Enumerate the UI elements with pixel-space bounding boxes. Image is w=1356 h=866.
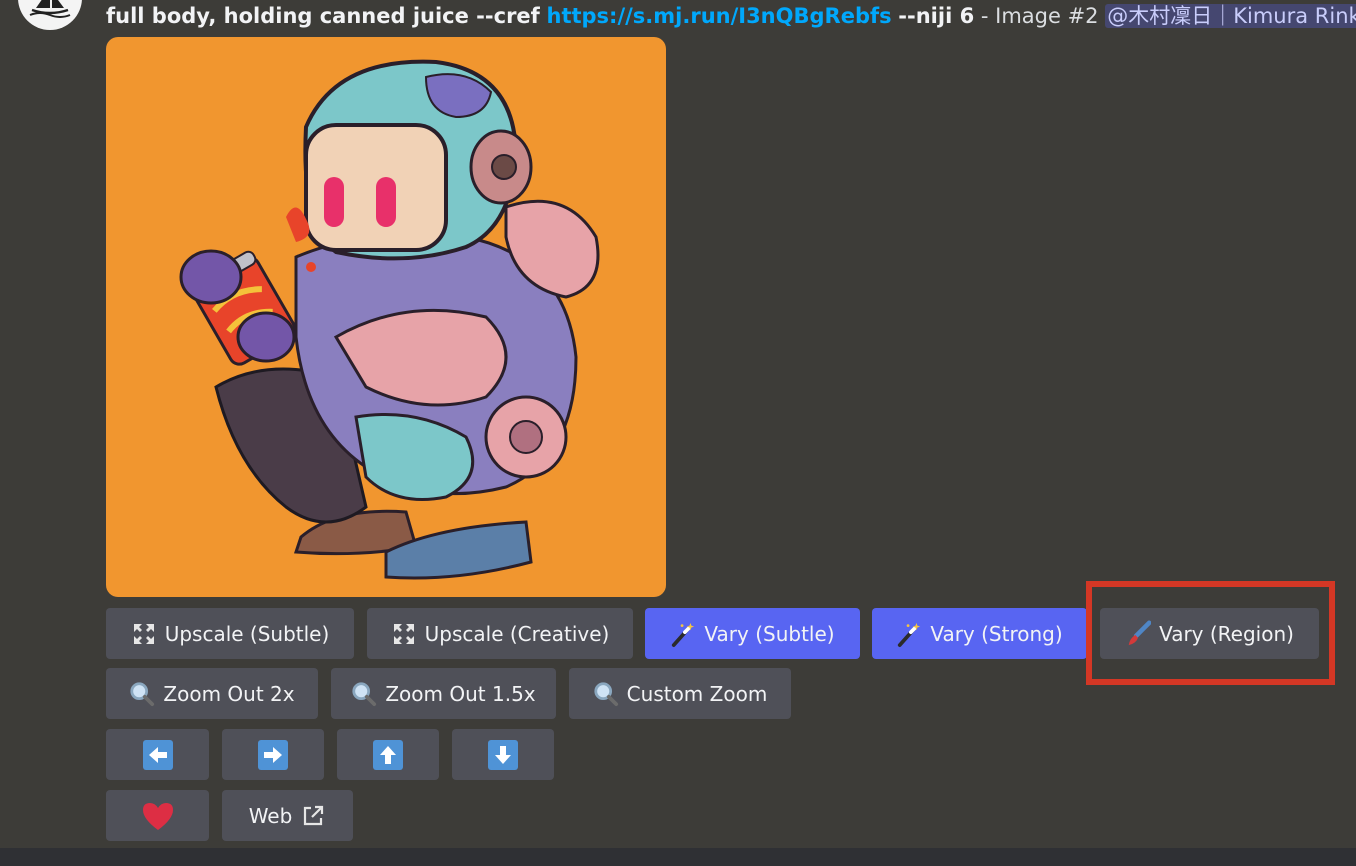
expand-arrows-icon — [391, 621, 417, 647]
web-label: Web — [248, 803, 293, 828]
external-link-icon — [300, 803, 326, 829]
zoom-out-15x-label: Zoom Out 1.5x — [385, 681, 536, 706]
upscale-subtle-label: Upscale (Subtle) — [164, 621, 330, 646]
magnifier-icon — [129, 681, 155, 707]
message-header: full body, holding canned juice --cref h… — [106, 2, 1356, 30]
arrow-left-icon — [142, 739, 173, 770]
robot-illustration — [179, 59, 600, 580]
pan-up-button[interactable] — [337, 729, 439, 780]
pan-right-button[interactable] — [222, 729, 324, 780]
magic-wand-icon — [896, 621, 922, 647]
user-mention[interactable]: @木村凜日｜Kimura Rink — [1105, 4, 1356, 28]
sailboat-logo-icon — [29, 0, 71, 18]
vary-region-button[interactable]: Vary (Region) — [1100, 608, 1319, 659]
zoom-out-15x-button[interactable]: Zoom Out 1.5x — [331, 668, 556, 719]
vary-strong-button[interactable]: Vary (Strong) — [872, 608, 1087, 659]
upscale-creative-button[interactable]: Upscale (Creative) — [367, 608, 633, 659]
magnifier-icon — [351, 681, 377, 707]
magic-wand-icon — [670, 621, 696, 647]
zoom-out-2x-button[interactable]: Zoom Out 2x — [106, 668, 318, 719]
bot-avatar[interactable] — [18, 0, 82, 30]
chat-input-bar-edge — [0, 848, 1356, 866]
generated-image[interactable] — [106, 37, 666, 597]
cref-link[interactable]: https://s.mj.run/I3nQBgRebfs — [547, 4, 892, 28]
upscale-subtle-button[interactable]: Upscale (Subtle) — [106, 608, 354, 659]
web-link-button[interactable]: Web — [222, 790, 353, 841]
arrow-right-icon — [258, 739, 288, 770]
flags-text: --niji 6 — [898, 4, 975, 28]
magnifier-icon — [593, 681, 619, 707]
vary-subtle-label: Vary (Subtle) — [704, 621, 835, 646]
vary-subtle-button[interactable]: Vary (Subtle) — [645, 608, 860, 659]
favorite-button[interactable] — [106, 790, 209, 841]
pan-down-button[interactable] — [452, 729, 554, 780]
paintbrush-icon — [1125, 620, 1152, 647]
arrow-up-icon — [373, 739, 403, 770]
custom-zoom-button[interactable]: Custom Zoom — [569, 668, 791, 719]
image-label: - Image #2 — [980, 4, 1099, 28]
prompt-text: full body, holding canned juice --cref — [106, 4, 540, 28]
custom-zoom-label: Custom Zoom — [626, 681, 768, 706]
vary-strong-label: Vary (Strong) — [930, 621, 1063, 646]
upscale-creative-label: Upscale (Creative) — [424, 621, 610, 646]
zoom-out-2x-label: Zoom Out 2x — [163, 681, 295, 706]
pan-left-button[interactable] — [106, 729, 209, 780]
vary-region-label: Vary (Region) — [1159, 621, 1294, 646]
heart-icon — [141, 801, 175, 831]
arrow-down-icon — [488, 739, 518, 770]
expand-arrows-icon — [131, 621, 157, 647]
